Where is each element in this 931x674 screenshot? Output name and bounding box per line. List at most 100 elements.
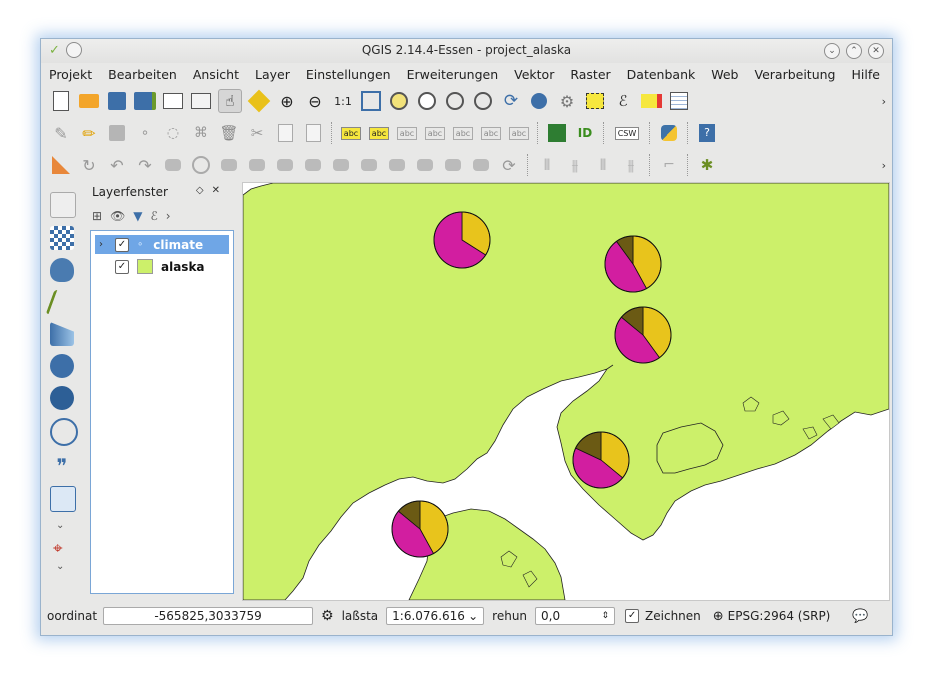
run-action-icon[interactable]: ⚙ (556, 90, 578, 112)
offset-curve-icon[interactable] (358, 154, 380, 176)
coordinate-field[interactable]: -565825,3033759 (103, 607, 314, 625)
maximize-button[interactable]: ⌃ (846, 43, 862, 59)
zoom-in-icon[interactable]: ⊕ (276, 90, 298, 112)
add-wfs-layer-icon[interactable] (50, 418, 78, 446)
fill-ring-icon[interactable] (246, 154, 268, 176)
reshape-icon[interactable] (330, 154, 352, 176)
select-by-expression-icon[interactable]: ℰ (612, 90, 634, 112)
label-abc-icon[interactable]: abc (340, 122, 362, 144)
filter-expression-icon[interactable]: ℰ (151, 209, 158, 223)
rotate-point-symbols-icon[interactable]: ⟳ (498, 154, 520, 176)
menu-projekt[interactable]: Projekt (41, 67, 100, 82)
expand-arrow-icon[interactable]: › (99, 239, 103, 250)
attribute-table-icon[interactable] (668, 90, 690, 112)
raster-histogram-icon[interactable]: ⫴ (536, 154, 558, 176)
split-features-icon[interactable] (386, 154, 408, 176)
toolbar-expand-icon[interactable]: ⌄ (56, 520, 83, 531)
plugin-id-icon[interactable]: ID (574, 122, 596, 144)
save-as-icon[interactable] (134, 90, 156, 112)
composer-manager-icon[interactable] (190, 90, 212, 112)
delete-ring-icon[interactable] (274, 154, 296, 176)
zoom-full-icon[interactable] (360, 90, 382, 112)
save-project-icon[interactable] (106, 90, 128, 112)
label-change-icon[interactable]: abc (508, 122, 530, 144)
csw-icon[interactable]: CSW (612, 122, 642, 144)
zoom-out-icon[interactable]: ⊖ (304, 90, 326, 112)
add-feature-icon[interactable]: ∘ (134, 122, 156, 144)
add-virtual-layer-icon[interactable] (50, 486, 76, 512)
new-project-icon[interactable] (50, 90, 72, 112)
float-panel-icon[interactable]: ◇ (196, 185, 212, 196)
label-pin-icon[interactable]: abc (368, 122, 390, 144)
help-icon[interactable]: ? (696, 122, 718, 144)
scale-dropdown-icon[interactable]: ⌄ (468, 609, 478, 623)
zoom-actual-icon[interactable]: 1:1 (332, 90, 354, 112)
toolbar-overflow-icon[interactable]: › (882, 95, 886, 108)
delete-selected-icon[interactable]: 🗑 (218, 122, 240, 144)
close-button[interactable]: ✕ (868, 43, 884, 59)
grass-tools-icon[interactable]: ✱ (696, 154, 718, 176)
zoom-next-icon[interactable] (472, 90, 494, 112)
layer-checkbox-alaska[interactable]: ✓ (115, 259, 129, 274)
raster-full-icon[interactable]: ⫵ (620, 154, 642, 176)
label-show-hide-icon[interactable]: abc (424, 122, 446, 144)
new-print-composer-icon[interactable] (162, 90, 184, 112)
split-parts-icon[interactable] (414, 154, 436, 176)
deselect-icon[interactable] (640, 90, 662, 112)
spin-arrows-icon[interactable]: ⇕ (601, 611, 609, 621)
toolbar3-overflow-icon[interactable]: › (882, 159, 886, 172)
python-console-icon[interactable] (658, 122, 680, 144)
save-edits-icon[interactable] (106, 122, 128, 144)
visibility-icon[interactable]: 👁 (110, 209, 125, 223)
label-rotate-icon[interactable]: abc (480, 122, 502, 144)
node-tool-icon[interactable]: ◌ (162, 122, 184, 144)
add-postgis-layer-icon[interactable] (50, 258, 74, 282)
menu-layer[interactable]: Layer (247, 67, 298, 82)
raster-local-icon[interactable]: ⫴ (592, 154, 614, 176)
messages-icon[interactable]: 💬 (852, 609, 868, 624)
menu-hilfe[interactable]: Hilfe (844, 67, 888, 82)
close-panel-icon[interactable]: ✕ (212, 185, 228, 196)
add-group-icon[interactable]: ⊞ (92, 209, 102, 223)
rotate-feature-icon[interactable]: ↻ (78, 154, 100, 176)
render-checkbox[interactable]: ✓ (625, 609, 640, 623)
copy-features-icon[interactable] (274, 122, 296, 144)
add-wms-layer-icon[interactable] (50, 354, 74, 378)
label-move-icon[interactable]: abc (452, 122, 474, 144)
minimize-button[interactable]: ⌄ (824, 43, 840, 59)
select-features-icon[interactable] (584, 90, 606, 112)
cut-features-icon[interactable]: ✂ (246, 122, 268, 144)
merge-attributes-icon[interactable] (470, 154, 492, 176)
add-wcs-layer-icon[interactable] (50, 386, 74, 410)
rotation-spinbox[interactable]: 0,0 ⇕ (535, 607, 616, 625)
menu-vektor[interactable]: Vektor (506, 67, 562, 82)
coordinate-toggle-icon[interactable]: ⚙ (321, 608, 334, 624)
refresh-icon[interactable]: ⟳ (500, 90, 522, 112)
undo-icon[interactable]: ↶ (106, 154, 128, 176)
current-edits-icon[interactable]: ✎ (50, 122, 72, 144)
identify-icon[interactable] (528, 90, 550, 112)
crosshair-icon[interactable]: ⌖ (53, 539, 71, 559)
layer-row-alaska[interactable]: ✓ alaska (95, 257, 229, 276)
add-delimited-text-icon[interactable]: ❞ (50, 454, 74, 478)
toggle-editing-icon[interactable]: ✏ (78, 122, 100, 144)
plugin-green-icon[interactable] (546, 122, 568, 144)
crs-globe-icon[interactable]: ⊕ (713, 609, 724, 624)
menu-erweiterungen[interactable]: Erweiterungen (399, 67, 507, 82)
delete-part-icon[interactable] (302, 154, 324, 176)
add-raster-layer-icon[interactable] (50, 226, 74, 250)
raster-stretch-icon[interactable]: ⫵ (564, 154, 586, 176)
digitizing-ruler-icon[interactable] (50, 154, 72, 176)
layer-checkbox-climate[interactable]: ✓ (115, 237, 129, 252)
add-mssql-layer-icon[interactable] (50, 322, 74, 346)
menu-einstellungen[interactable]: Einstellungen (298, 67, 399, 82)
add-part-icon[interactable] (218, 154, 240, 176)
merge-features-icon[interactable] (442, 154, 464, 176)
crs-label[interactable]: EPSG:2964 (SRP) (728, 609, 831, 623)
menu-verarbeitung[interactable]: Verarbeitung (747, 67, 844, 82)
toolbar-expand-bottom-icon[interactable]: ⌄ (56, 561, 83, 572)
scale-combobox[interactable]: 1:6.076.616 ⌄ (386, 607, 485, 625)
panel-toolbar-more-icon[interactable]: › (166, 209, 171, 223)
menu-datenbank[interactable]: Datenbank (619, 67, 704, 82)
menu-ansicht[interactable]: Ansicht (185, 67, 247, 82)
